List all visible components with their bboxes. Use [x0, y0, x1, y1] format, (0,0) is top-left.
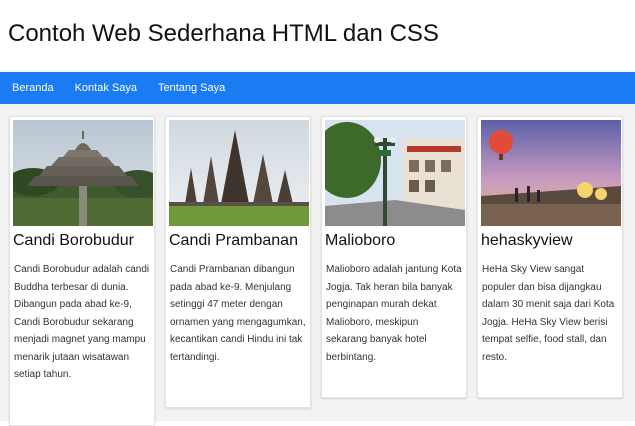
borobudur-image — [13, 120, 153, 226]
malioboro-image — [325, 120, 465, 226]
card-title: Candi Prambanan — [169, 232, 298, 249]
page-header: Contoh Web Sederhana HTML dan CSS — [0, 0, 635, 72]
nav-link-kontak-saya[interactable]: Kontak Saya — [75, 82, 137, 94]
card-hehaskyview: hehaskyview HeHa Sky View sangat populer… — [477, 116, 623, 398]
nav-link-beranda[interactable]: Beranda — [12, 82, 54, 94]
hehaskyview-image — [481, 120, 621, 226]
card-title: Candi Borobudur — [13, 232, 134, 249]
page-title: Contoh Web Sederhana HTML dan CSS — [8, 20, 439, 47]
nav-bar: Beranda Kontak Saya Tentang Saya — [0, 72, 635, 104]
nav-link-tentang-saya[interactable]: Tentang Saya — [158, 82, 225, 94]
card-description: Malioboro adalah jantung Kota Jogja. Tak… — [326, 264, 462, 363]
card-title: hehaskyview — [481, 232, 573, 249]
card-description: Candi Prambanan dibangun pada abad ke-9.… — [170, 264, 306, 363]
card-description: Candi Borobudur adalah candi Buddha terb… — [14, 264, 150, 380]
card-prambanan: Candi Prambanan Candi Prambanan dibangun… — [165, 116, 311, 408]
card-malioboro: Malioboro Malioboro adalah jantung Kota … — [321, 116, 467, 398]
card-grid: Candi Borobudur Candi Borobudur adalah c… — [0, 104, 635, 426]
prambanan-image — [169, 120, 309, 226]
card-title: Malioboro — [325, 232, 396, 249]
card-borobudur: Candi Borobudur Candi Borobudur adalah c… — [9, 116, 155, 426]
card-description: HeHa Sky View sangat populer dan bisa di… — [482, 264, 615, 363]
